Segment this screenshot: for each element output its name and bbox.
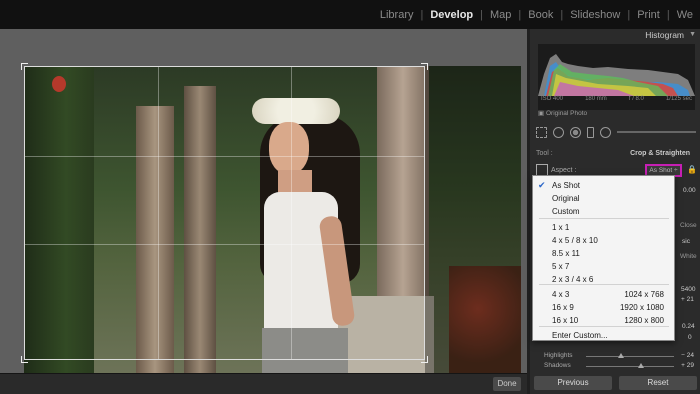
aspect-option[interactable]: 4 x 3 1024 x 768 (533, 289, 674, 301)
histogram-header[interactable]: Histogram ▼ (530, 29, 700, 43)
histogram[interactable]: ISO 400 180 mm f / 8.0 1/125 sec (538, 44, 695, 110)
temp-value: 5400 (681, 286, 696, 293)
module-slideshow[interactable]: Slideshow (563, 9, 627, 21)
aspect-option-label: 4 x 3 (552, 290, 570, 299)
aspect-option[interactable]: Custom (533, 206, 674, 218)
collapse-arrow-icon[interactable]: ▼ (689, 31, 696, 38)
aspect-option-label: As Shot (552, 181, 581, 190)
aspect-option-label: 16 x 10 (552, 316, 579, 325)
aspect-option[interactable]: 4 x 5 / 8 x 10 (533, 235, 674, 247)
crop-handle-top-left[interactable] (21, 63, 28, 70)
aspect-option-label: 2 x 3 / 4 x 6 (552, 275, 594, 284)
aspect-option-label: Original (552, 194, 580, 203)
module-map[interactable]: Map (483, 9, 518, 21)
module-develop[interactable]: Develop (423, 9, 480, 21)
module-bar: Library | Develop | Map | Book | Slideshow | Print… (0, 0, 700, 29)
menu-separator (539, 284, 669, 285)
red-eye-icon[interactable] (570, 126, 581, 138)
highlights-knob[interactable] (618, 353, 625, 358)
shadows-value[interactable]: + 29 (681, 362, 694, 369)
menu-separator (539, 218, 669, 219)
aspect-option-label: Custom (552, 207, 580, 216)
histogram-graph (538, 54, 695, 96)
photo-icon: ▣ (538, 110, 545, 117)
spot-removal-icon[interactable] (553, 126, 564, 138)
aspect-label: Aspect : (551, 167, 577, 174)
aspect-option-label: 16 x 9 (552, 303, 574, 312)
angle-value: 0.00 (683, 187, 696, 194)
shadows-track[interactable] (586, 363, 674, 368)
aspect-option-dimensions: 1024 x 768 (624, 290, 664, 299)
module-library[interactable]: Library (373, 9, 421, 21)
crop-handle-bottom-right[interactable] (421, 356, 428, 363)
image-canvas[interactable] (0, 29, 527, 373)
aspect-dropdown-menu: ✔ As Shot Original Custom 1 x 1 4 x 5 / 8 x 1… (532, 175, 675, 341)
crop-outside-overlay (425, 66, 521, 373)
aspect-option-dimensions: 1280 x 800 (624, 316, 664, 325)
aspect-option-label: 4 x 5 / 8 x 10 (552, 236, 598, 245)
crop-grid-line (158, 67, 159, 359)
crop-handle-bottom-left[interactable] (21, 356, 28, 363)
crop-straighten-label: Crop & Straighten (630, 150, 690, 157)
tint-value: + 21 (681, 296, 694, 303)
toolbar: Done (0, 373, 527, 394)
iso-value: ISO 400 (541, 96, 564, 102)
done-button[interactable]: Done (493, 377, 521, 391)
tool-label: Tool : (536, 150, 553, 157)
module-print[interactable]: Print (630, 9, 667, 21)
tool-strip (536, 124, 696, 140)
shadows-knob[interactable] (637, 363, 644, 368)
crop-grid-line (25, 156, 424, 157)
aspect-option[interactable]: Original (533, 193, 674, 205)
graduated-filter-icon[interactable] (587, 126, 594, 138)
aspect-option-label: 1 x 1 (552, 223, 570, 232)
histogram-title: Histogram (645, 30, 684, 40)
highlights-track[interactable] (586, 353, 674, 358)
aperture-value: f / 8.0 (628, 96, 644, 102)
highlights-value[interactable]: − 24 (681, 352, 694, 359)
crop-tool-icon[interactable] (536, 126, 547, 138)
aspect-option-label: Enter Custom... (552, 331, 608, 340)
shadows-label: Shadows (544, 362, 571, 369)
brush-slider[interactable] (617, 131, 696, 133)
exposure-value: 0.24 (682, 323, 695, 330)
aspect-option[interactable]: Enter Custom... (533, 330, 674, 342)
aspect-option-label: 8.5 x 11 (552, 249, 580, 258)
aspect-option[interactable]: 16 x 9 1920 x 1080 (533, 302, 674, 314)
previous-button[interactable]: Previous (534, 376, 612, 390)
checkmark-icon: ✔ (538, 180, 546, 190)
shutter-value: 1/125 sec (665, 96, 692, 102)
crop-grid-line (291, 67, 292, 359)
close-link[interactable]: Close (680, 222, 697, 229)
reset-button[interactable]: Reset (619, 376, 697, 390)
aspect-option[interactable]: 5 x 7 (533, 261, 674, 273)
original-photo-label: ▣ Original Photo (538, 110, 588, 117)
focal-length: 180 mm (585, 96, 607, 102)
crop-overlay[interactable] (21, 63, 428, 363)
radial-filter-icon[interactable] (600, 126, 611, 138)
menu-separator (539, 326, 669, 327)
exif-info: ISO 400 180 mm f / 8.0 1/125 sec (538, 96, 695, 102)
lock-icon[interactable]: 🔒 (687, 165, 697, 174)
white-value: White (680, 253, 697, 260)
aspect-option[interactable]: 8.5 x 11 (533, 248, 674, 260)
module-picker: Library | Develop | Map | Book | Slideshow | Print… (373, 0, 700, 29)
module-we[interactable]: We (670, 9, 700, 21)
aspect-option[interactable]: ✔ As Shot (533, 180, 674, 192)
crop-handle-top-right[interactable] (421, 63, 428, 70)
highlights-label: Highlights (544, 352, 573, 359)
aspect-option-label: 5 x 7 (552, 262, 570, 271)
module-book[interactable]: Book (521, 9, 560, 21)
crop-grid-line (25, 244, 424, 245)
aspect-option[interactable]: 1 x 1 (533, 222, 674, 234)
highlights-slider[interactable]: Highlights − 24 (538, 352, 698, 362)
contrast-value: 0 (688, 334, 692, 341)
shadows-slider[interactable]: Shadows + 29 (538, 362, 698, 372)
aspect-option-dimensions: 1920 x 1080 (619, 303, 664, 312)
basic-panel-title[interactable]: sic (682, 238, 690, 245)
